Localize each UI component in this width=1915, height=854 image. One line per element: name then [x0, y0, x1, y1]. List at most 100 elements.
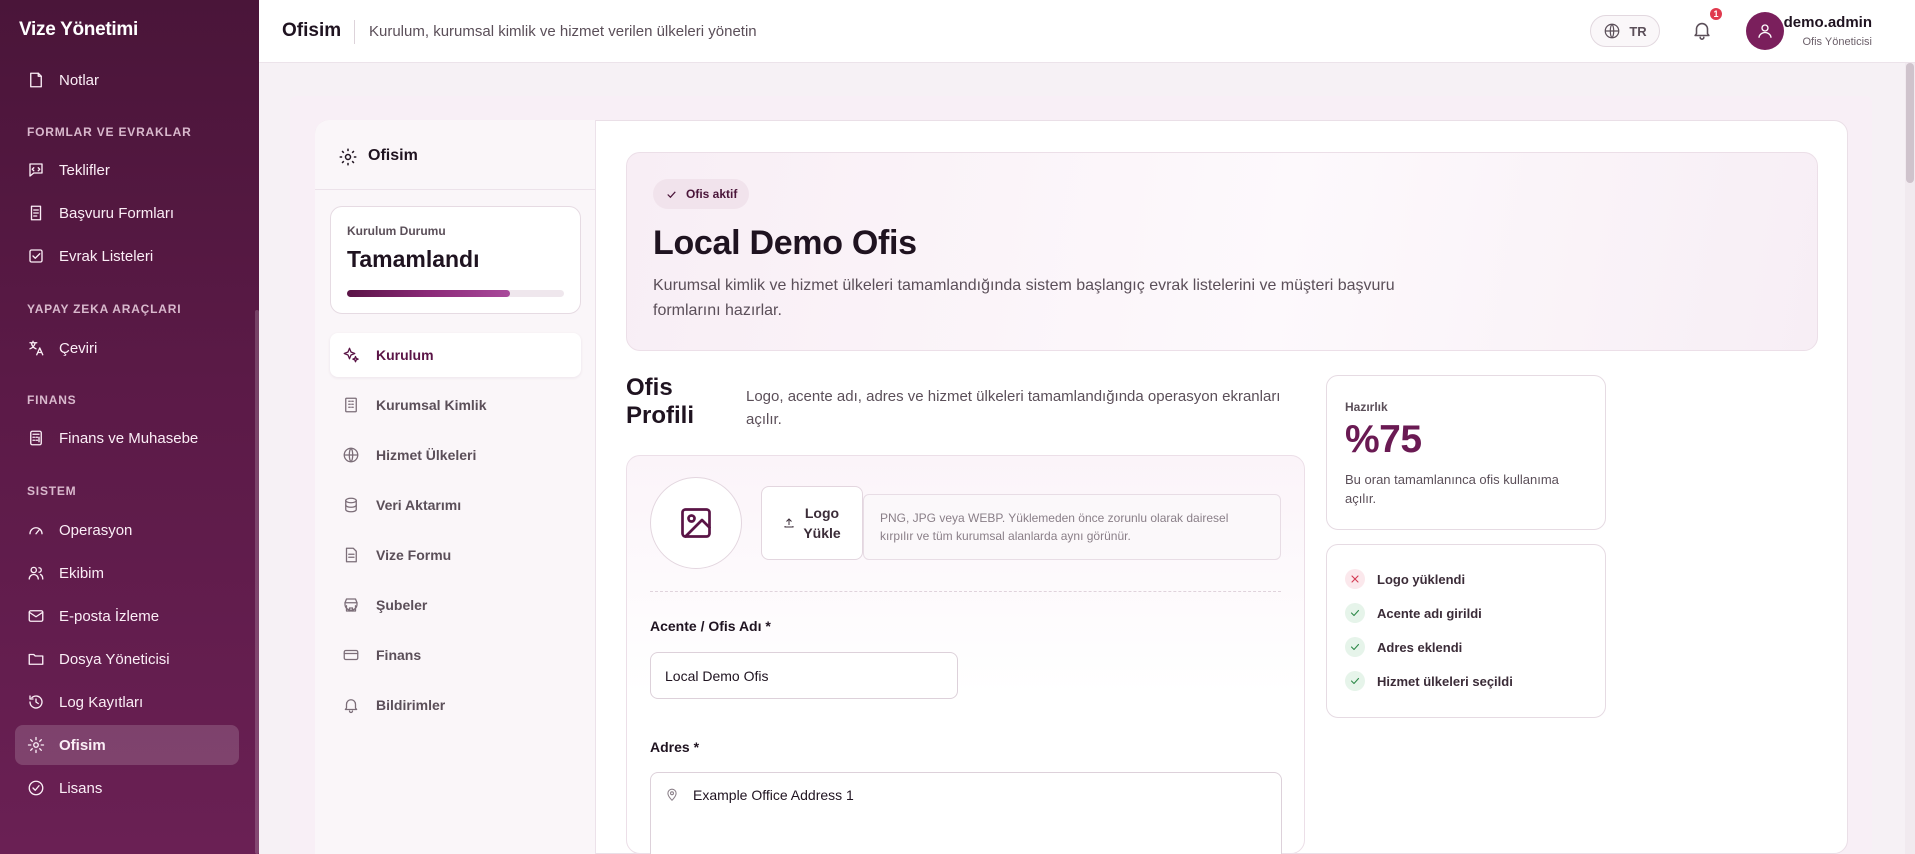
- upload-icon: [784, 518, 794, 528]
- chat-icon: [27, 161, 45, 179]
- sidebar-item-files[interactable]: Dosya Yöneticisi: [15, 639, 239, 679]
- image-icon: [681, 508, 711, 538]
- settings-tab-label: Şubeler: [376, 597, 428, 613]
- sidebar-item-translate[interactable]: Çeviri: [15, 328, 239, 368]
- office-status-badge: Ofis aktif: [653, 179, 750, 209]
- title-divider: [354, 20, 355, 44]
- address-value: Example Office Address 1: [693, 787, 854, 803]
- sidebar-item-office[interactable]: Ofisim: [15, 725, 239, 765]
- logo-upload-button[interactable]: Logo Yükle: [761, 486, 863, 560]
- sidebar-section-ai: YAPAY ZEKA ARAÇLARI: [27, 302, 182, 316]
- office-name-label: Acente / Ofis Adı *: [650, 618, 771, 634]
- settings-tab-notifications[interactable]: Bildirimler: [330, 683, 581, 727]
- gear-icon: [338, 147, 358, 167]
- settings-tab-identity[interactable]: Kurumsal Kimlik: [330, 383, 581, 427]
- status-x-icon: [1345, 569, 1365, 589]
- logo-upload-label-line-1: Logo: [804, 505, 840, 521]
- globe-icon: [1604, 23, 1620, 39]
- page-scrollbar-thumb[interactable]: [1906, 63, 1914, 183]
- sidebar-item-label: Lisans: [59, 779, 103, 797]
- checklist-item-label: Logo yüklendi: [1377, 571, 1466, 587]
- settings-tab-label: Kurulum: [376, 347, 434, 363]
- store-icon: [342, 596, 360, 614]
- office-name-value: Local Demo Ofis: [665, 667, 769, 684]
- language-button[interactable]: TR: [1590, 15, 1660, 47]
- sidebar-item-license[interactable]: Lisans: [15, 768, 239, 808]
- office-name-heading: Local Demo Ofis: [653, 224, 917, 262]
- badge-check-icon: [27, 779, 45, 797]
- language-label: TR: [1629, 23, 1647, 39]
- readiness-description: Bu oran tamamlanınca ofis kullanıma açıl…: [1345, 472, 1559, 506]
- sidebar-item-document-lists[interactable]: Evrak Listeleri: [15, 236, 239, 276]
- sidebar-scrollbar[interactable]: [255, 310, 259, 854]
- setup-progress-fill: [347, 290, 510, 297]
- hero-description: Kurumsal kimlik ve hizmet ülkeleri tamam…: [653, 277, 1395, 319]
- logo-upload-label: Logo Yükle: [803, 503, 840, 543]
- gauge-icon: [27, 521, 45, 539]
- sidebar-item-label: Ofisim: [59, 736, 106, 754]
- profile-section-title: Ofis Profili: [626, 374, 695, 429]
- logo-upload-label-line-2: Yükle: [803, 525, 841, 541]
- address-input[interactable]: Example Office Address 1: [650, 772, 1282, 854]
- sidebar-item-application-forms[interactable]: Başvuru Formları: [15, 193, 239, 233]
- document-icon: [342, 546, 360, 564]
- notification-button[interactable]: [1691, 19, 1715, 43]
- bell-icon: [1694, 22, 1710, 40]
- settings-tab-countries[interactable]: Hizmet Ülkeleri: [330, 433, 581, 477]
- checklist-item: Logo yüklendi: [1345, 569, 1465, 589]
- sidebar-item-finance[interactable]: Finans ve Muhasebe: [15, 418, 239, 458]
- readiness-value: %75: [1345, 418, 1422, 461]
- checkbox-icon: [27, 247, 45, 265]
- database-icon: [342, 496, 360, 514]
- sidebar-item-email[interactable]: E-posta İzleme: [15, 596, 239, 636]
- sidebar-item-label: Dosya Yöneticisi: [59, 650, 170, 668]
- user-name[interactable]: demo.admin: [1784, 14, 1872, 31]
- office-name-input[interactable]: Local Demo Ofis: [650, 652, 958, 699]
- settings-tab-label: Bildirimler: [376, 697, 446, 713]
- settings-tab-import[interactable]: Veri Aktarımı: [330, 483, 581, 527]
- building-icon: [342, 396, 360, 414]
- sidebar-item-label: Evrak Listeleri: [59, 247, 154, 265]
- settings-tab-setup[interactable]: Kurulum: [330, 333, 581, 377]
- setup-status-value: Tamamlandı: [347, 246, 480, 272]
- note-icon: [27, 71, 45, 89]
- sidebar-item-label: Teklifler: [59, 161, 110, 179]
- checklist-item-label: Acente adı girildi: [1377, 605, 1482, 621]
- settings-tab-visa-form[interactable]: Vize Formu: [330, 533, 581, 577]
- mail-icon: [27, 607, 45, 625]
- globe-icon: [342, 446, 360, 464]
- brand-logo[interactable]: Vize Yönetimi: [19, 19, 138, 41]
- translate-icon: [27, 339, 45, 357]
- sidebar-item-logs[interactable]: Log Kayıtları: [15, 682, 239, 722]
- sidebar-section-finance: FINANS: [27, 393, 77, 407]
- sidebar-section-forms: FORMLAR VE EVRAKLAR: [27, 125, 192, 139]
- settings-tab-label: Veri Aktarımı: [376, 497, 462, 513]
- history-icon: [27, 693, 45, 711]
- sidebar-item-offers[interactable]: Teklifler: [15, 150, 239, 190]
- checklist-item: Adres eklendi: [1345, 637, 1462, 657]
- sidebar-item-label: E-posta İzleme: [59, 607, 160, 625]
- readiness-label: Hazırlık: [1345, 400, 1388, 414]
- profile-section-description: Logo, acente adı, adres ve hizmet ülkele…: [746, 388, 1281, 428]
- checklist-item-label: Adres eklendi: [1377, 639, 1463, 655]
- sidebar-item-notes[interactable]: Notlar: [15, 60, 239, 100]
- sidebar-item-operation[interactable]: Operasyon: [15, 510, 239, 550]
- sidebar-item-label: Ekibim: [59, 564, 105, 582]
- sidebar-item-label: Notlar: [59, 71, 100, 89]
- sidebar-section-system: SISTEM: [27, 484, 77, 498]
- settings-tab-branches[interactable]: Şubeler: [330, 583, 581, 627]
- sidebar-item-label: Log Kayıtları: [59, 693, 144, 711]
- avatar[interactable]: [1746, 12, 1784, 50]
- settings-tab-finance[interactable]: Finans: [330, 633, 581, 677]
- form-icon: [27, 204, 45, 222]
- credit-card-icon: [342, 646, 360, 664]
- calculator-icon: [27, 429, 45, 447]
- settings-tab-label: Vize Formu: [376, 547, 452, 563]
- checklist-item-label: Hizmet ülkeleri seçildi: [1377, 673, 1513, 689]
- sidebar: Vize Yönetimi Notlar FORMLAR VE EVRAKLAR…: [0, 0, 259, 854]
- form-divider: [650, 591, 1281, 592]
- sidebar-item-team[interactable]: Ekibim: [15, 553, 239, 593]
- user-role: Ofis Yöneticisi: [1802, 36, 1873, 48]
- sidebar-item-label: Operasyon: [59, 521, 133, 539]
- settings-tab-label: Hizmet Ülkeleri: [376, 447, 477, 463]
